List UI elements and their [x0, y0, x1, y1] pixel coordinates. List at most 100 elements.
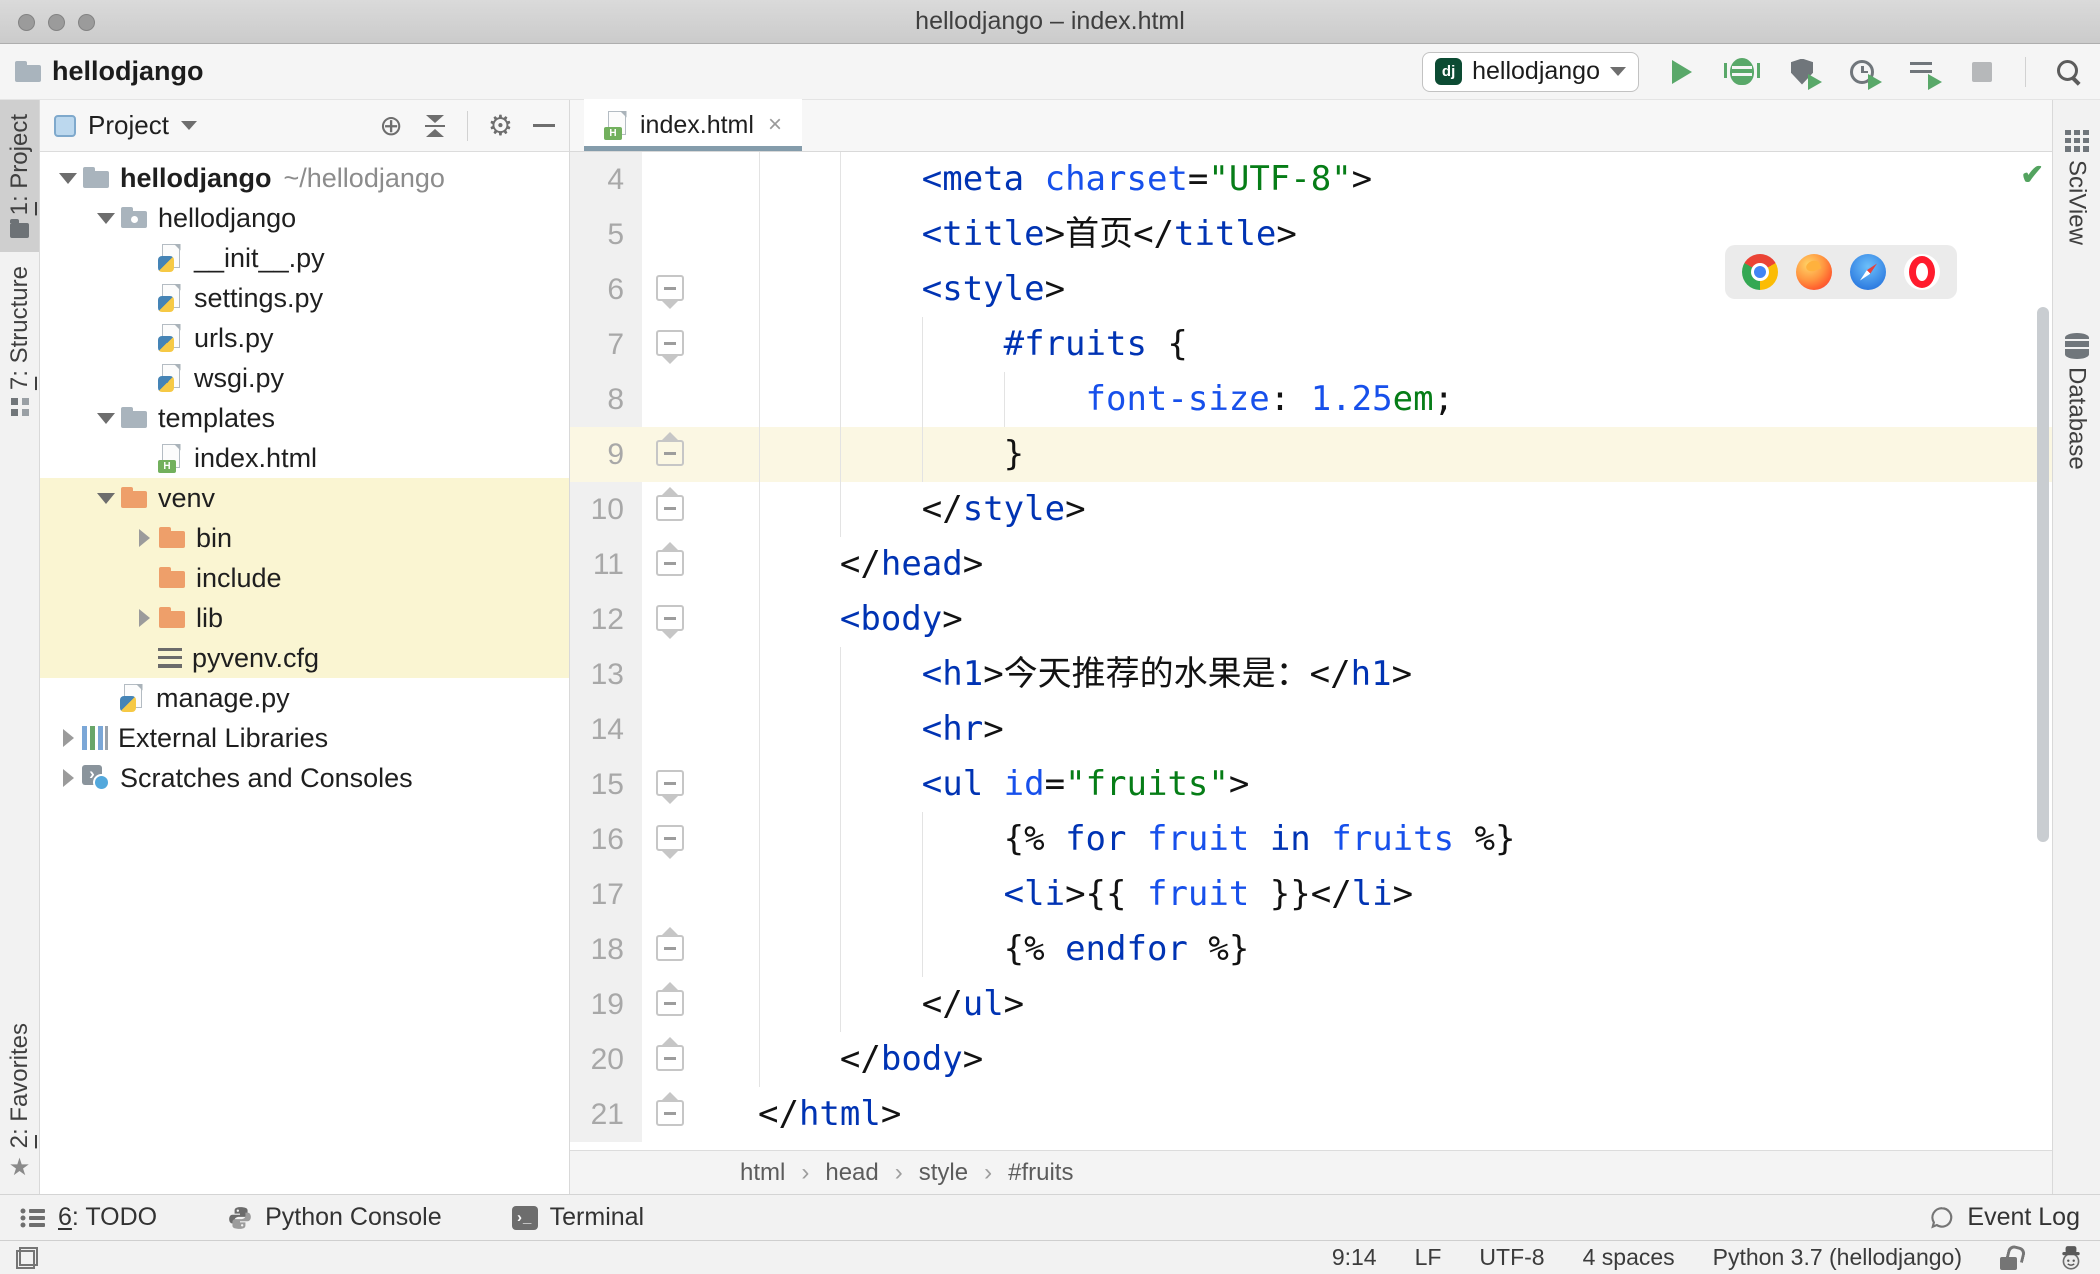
fold-marker-icon[interactable]: [656, 1100, 684, 1126]
tab-index-html[interactable]: H index.html ×: [584, 99, 802, 151]
code-line-18[interactable]: 18 {% endfor %}: [570, 922, 2052, 977]
fold-marker-icon[interactable]: [656, 550, 684, 576]
indent-style[interactable]: 4 spaces: [1583, 1244, 1675, 1271]
close-button[interactable]: [18, 13, 35, 31]
stop-button[interactable]: [1965, 55, 1999, 89]
tree-item-settings-py[interactable]: settings.py: [40, 278, 569, 318]
code-line-16[interactable]: 16 {% for fruit in fruits %}: [570, 812, 2052, 867]
tree-item-external-libraries[interactable]: External Libraries: [40, 718, 569, 758]
unlock-icon[interactable]: [2000, 1246, 2020, 1270]
fold-marker-icon[interactable]: [656, 275, 684, 301]
tree-item-templates[interactable]: templates: [40, 398, 569, 438]
fold-marker-icon[interactable]: [656, 440, 684, 466]
code-line-4[interactable]: 4 <meta charset="UTF-8">: [570, 152, 2052, 207]
fold-marker-icon[interactable]: [656, 495, 684, 521]
code-line-7[interactable]: 7 #fruits {: [570, 317, 2052, 372]
minimize-button[interactable]: [48, 13, 65, 31]
todo-tool-button[interactable]: 6: TODO: [20, 1203, 157, 1232]
inspections-profile-icon[interactable]: [2058, 1245, 2084, 1271]
fold-marker-icon[interactable]: [656, 935, 684, 961]
event-log-button[interactable]: Event Log: [1929, 1203, 2080, 1232]
tree-expand-arrow[interactable]: [92, 413, 120, 424]
python-console-tool-button[interactable]: Python Console: [227, 1203, 442, 1232]
tree-item-manage-py[interactable]: manage.py: [40, 678, 569, 718]
code-editor[interactable]: 4 <meta charset="UTF-8"> 5 <title>首页</tit…: [570, 152, 2052, 1150]
profile-button[interactable]: [1845, 55, 1882, 90]
code-line-15[interactable]: 15 <ul id="fruits">: [570, 757, 2052, 812]
code-line-11[interactable]: 11 </head>: [570, 537, 2052, 592]
tree-item-index-html[interactable]: Hindex.html: [40, 438, 569, 478]
fold-marker-icon[interactable]: [656, 770, 684, 796]
opera-icon[interactable]: [1904, 254, 1940, 290]
code-line-13[interactable]: 13 <h1>今天推荐的水果是：</h1>: [570, 647, 2052, 702]
run-configuration-select[interactable]: dj hellodjango: [1422, 51, 1639, 92]
tree-expand-arrow[interactable]: [92, 493, 120, 504]
chevron-down-icon[interactable]: [180, 121, 197, 130]
code-line-19[interactable]: 19 </ul>: [570, 977, 2052, 1032]
tree-item-urls-py[interactable]: urls.py: [40, 318, 569, 358]
tree-expand-arrow[interactable]: [54, 729, 82, 747]
sidebar-item-project[interactable]: 1: Project: [0, 100, 39, 253]
tree-expand-arrow[interactable]: [92, 213, 120, 224]
tree-expand-arrow[interactable]: [54, 173, 82, 184]
sidebar-item-sciview[interactable]: SciView: [2053, 116, 2100, 259]
locate-file-button[interactable]: ⊕: [379, 111, 402, 140]
hide-panel-button[interactable]: [533, 124, 555, 127]
code-line-8[interactable]: 8 font-size: 1.25em;: [570, 372, 2052, 427]
tree-item-hellodjango[interactable]: hellodjango: [40, 198, 569, 238]
close-icon[interactable]: ×: [768, 111, 782, 139]
settings-gear-button[interactable]: ⚙: [488, 111, 513, 140]
tree-item-lib[interactable]: lib: [40, 598, 569, 638]
code-line-21[interactable]: 21 </html>: [570, 1087, 2052, 1142]
tree-item-bin[interactable]: bin: [40, 518, 569, 558]
project-panel-title[interactable]: Project: [88, 110, 169, 141]
fold-marker-icon[interactable]: [656, 1045, 684, 1071]
code-line-9[interactable]: 9 }: [570, 427, 2052, 482]
collapse-all-button[interactable]: [423, 115, 447, 137]
fold-marker-icon[interactable]: [656, 330, 684, 356]
fold-marker-icon[interactable]: [656, 990, 684, 1016]
code-line-17[interactable]: 17 <li>{{ fruit }}</li>: [570, 867, 2052, 922]
zoom-button[interactable]: [78, 13, 95, 31]
breadcrumb-item-style[interactable]: style: [919, 1159, 968, 1187]
python-interpreter[interactable]: Python 3.7 (hellodjango): [1713, 1244, 1962, 1271]
editor-scrollbar[interactable]: [2037, 307, 2049, 842]
run-button[interactable]: [1665, 55, 1699, 89]
caret-position[interactable]: 9:14: [1332, 1244, 1377, 1271]
fold-marker-icon[interactable]: [656, 825, 684, 851]
sidebar-item-favorites[interactable]: 2: Favorites ★: [0, 1009, 39, 1194]
tree-expand-arrow[interactable]: [130, 529, 158, 547]
tree-expand-arrow[interactable]: [130, 609, 158, 627]
code-line-10[interactable]: 10 </style>: [570, 482, 2052, 537]
sidebar-item-database[interactable]: Database: [2053, 319, 2100, 484]
terminal-tool-button[interactable]: ›_ Terminal: [511, 1203, 644, 1232]
tree-item-scratches-and-consoles[interactable]: Scratches and Consoles: [40, 758, 569, 798]
tree-item-pyvenv-cfg[interactable]: pyvenv.cfg: [40, 638, 569, 678]
toggle-toolwindows-icon[interactable]: [16, 1246, 38, 1269]
run-task-button[interactable]: [1905, 55, 1942, 90]
code-line-20[interactable]: 20 </body>: [570, 1032, 2052, 1087]
line-separator[interactable]: LF: [1415, 1244, 1442, 1271]
tree-item-wsgi-py[interactable]: wsgi.py: [40, 358, 569, 398]
tree-expand-arrow[interactable]: [54, 769, 82, 787]
breadcrumb-item-head[interactable]: head: [825, 1159, 878, 1187]
chrome-icon[interactable]: [1742, 254, 1778, 290]
run-with-coverage-button[interactable]: [1785, 55, 1822, 90]
breadcrumb-item-fruits[interactable]: #fruits: [1008, 1159, 1073, 1187]
tree-item-venv[interactable]: venv: [40, 478, 569, 518]
breadcrumb-item-html[interactable]: html: [740, 1159, 785, 1187]
firefox-icon[interactable]: [1796, 254, 1832, 290]
search-everywhere-button[interactable]: [2052, 55, 2086, 89]
sidebar-item-structure[interactable]: 7: Structure: [0, 252, 39, 430]
code-line-12[interactable]: 12 <body>: [570, 592, 2052, 647]
project-breadcrumb[interactable]: hellodjango: [14, 56, 204, 87]
tree-item--init-py[interactable]: __init__.py: [40, 238, 569, 278]
tree-item-include[interactable]: include: [40, 558, 569, 598]
run-configuration-name: hellodjango: [1472, 57, 1600, 85]
safari-icon[interactable]: [1850, 254, 1886, 290]
file-encoding[interactable]: UTF-8: [1479, 1244, 1544, 1271]
debug-button[interactable]: [1724, 55, 1760, 89]
code-line-14[interactable]: 14 <hr>: [570, 702, 2052, 757]
fold-marker-icon[interactable]: [656, 605, 684, 631]
tree-item-hellodjango[interactable]: hellodjango ~/hellodjango: [40, 158, 569, 198]
